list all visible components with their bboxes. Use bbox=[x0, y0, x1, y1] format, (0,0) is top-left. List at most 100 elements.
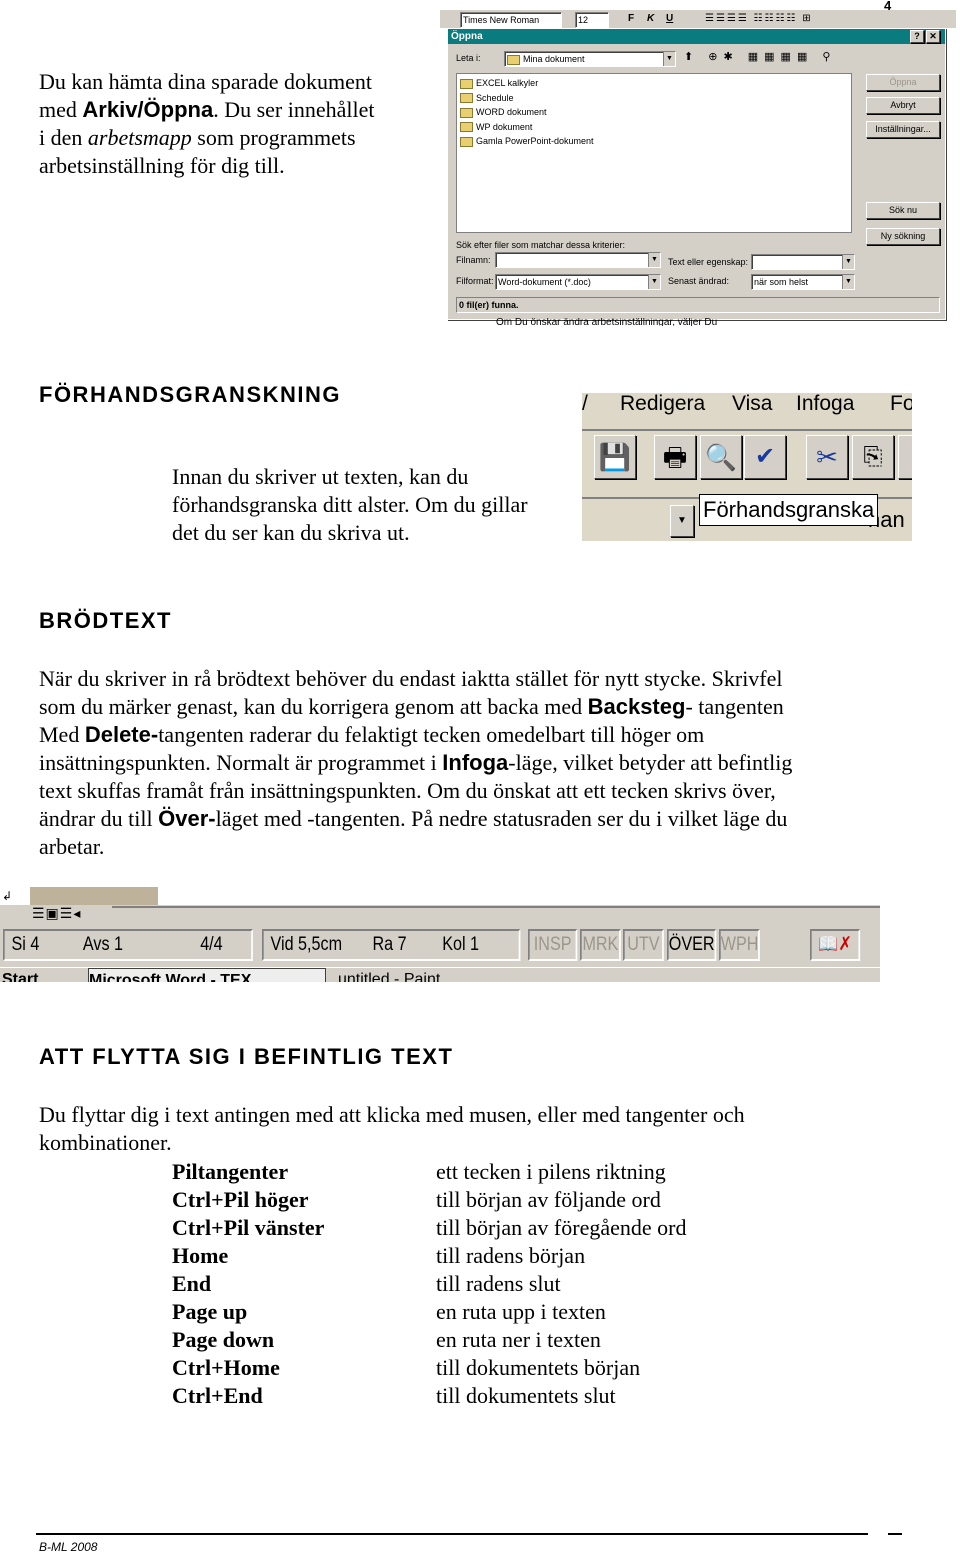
file-name: Schedule bbox=[476, 92, 514, 103]
text-segment: läget med -tangenten. På nedre statusrad… bbox=[215, 806, 788, 831]
preview-paragraph: Innan du skriver ut texten, kan du förhan… bbox=[172, 463, 528, 547]
view-buttons[interactable]: ☰▣☰◂ bbox=[32, 906, 81, 923]
text-line: Du kan hämta dina sparade dokument bbox=[39, 68, 375, 96]
dialog-toolbar-icons[interactable]: ⬆ ⊕✱ ▦▦▦▦ ⚲ bbox=[684, 50, 836, 63]
font-select[interactable]: Times New Roman bbox=[460, 12, 562, 28]
behind-text: Om Du önskar ändra arbetsinställningar, … bbox=[496, 318, 718, 326]
shortcut-key: Page up bbox=[172, 1299, 248, 1324]
tooltip: Förhandsgranska bbox=[699, 494, 879, 526]
navigate-heading: ATT FLYTTA SIG I BEFINTLIG TEXT bbox=[39, 1044, 454, 1069]
folder-icon bbox=[507, 54, 520, 65]
file-name: WP dokument bbox=[476, 121, 533, 132]
navigate-paragraph: Du flyttar dig i text antingen med att k… bbox=[39, 1101, 745, 1157]
status-mode-över[interactable]: ÖVER bbox=[666, 929, 716, 961]
copy-icon[interactable]: ⎘ bbox=[852, 435, 894, 479]
save-icon[interactable]: 💾 bbox=[594, 435, 636, 479]
italic-button[interactable]: K bbox=[647, 10, 654, 28]
status-mode-insp[interactable]: INSP bbox=[528, 929, 578, 961]
filetype-label: Filformat: bbox=[456, 276, 494, 286]
folder-icon bbox=[460, 78, 473, 89]
footer-rule bbox=[36, 1533, 868, 1535]
status-column: Kol 1 bbox=[442, 934, 480, 955]
chevron-down-icon[interactable]: ▼ bbox=[842, 275, 854, 289]
filetype-select[interactable]: Word-dokument (*.doc) ▼ bbox=[495, 274, 661, 290]
text-line: kombinationer. bbox=[39, 1129, 745, 1157]
search-now-button[interactable]: Sök nu bbox=[866, 202, 940, 219]
settings-button[interactable]: Inställningar... bbox=[866, 121, 940, 138]
text-segment: i den bbox=[39, 125, 88, 150]
text-segment: tangenten raderar du felaktigt tecken om… bbox=[158, 722, 705, 747]
underline-button[interactable]: U bbox=[666, 10, 673, 28]
taskbar-paint[interactable]: untitled - Paint bbox=[338, 968, 574, 982]
cut-icon[interactable]: ✂ bbox=[806, 435, 848, 479]
taskbar-word[interactable]: Microsoft Word - TEX bbox=[88, 968, 326, 982]
text-segment: det du ser kan du skriva ut. bbox=[172, 520, 410, 545]
look-in-select[interactable]: Mina dokument ▼ bbox=[504, 51, 676, 67]
status-page: Si 4 bbox=[11, 934, 40, 955]
text-segment: - tangenten bbox=[685, 694, 784, 719]
shortcut-description: en ruta ner i texten bbox=[436, 1327, 601, 1352]
chevron-down-icon[interactable]: ▼ bbox=[663, 52, 675, 66]
look-in-label: Leta i: bbox=[456, 53, 481, 63]
open-button[interactable]: Öppna bbox=[866, 74, 940, 91]
bold-term: Över- bbox=[158, 806, 216, 831]
file-list[interactable]: EXCEL kalkyler Schedule WORD dokument WP do… bbox=[456, 73, 852, 233]
dialog-status: 0 fil(er) funna. bbox=[456, 297, 940, 313]
folder-icon bbox=[460, 122, 473, 133]
align-icons[interactable]: ☰☰☰☰ ☷☷☷☷ ⊞ bbox=[705, 10, 813, 28]
chevron-down-icon[interactable]: ▼ bbox=[842, 255, 854, 269]
text-line: förhandsgranska ditt alster. Om du gilla… bbox=[172, 491, 528, 519]
text-line: med Arkiv/Öppna. Du ser innehållet bbox=[39, 96, 375, 124]
file-list-item[interactable]: Schedule bbox=[460, 91, 848, 106]
file-list-item[interactable]: WP dokument bbox=[460, 120, 848, 135]
status-mode-mrk[interactable]: MRK bbox=[579, 929, 621, 961]
filename-input[interactable]: ▼ bbox=[495, 252, 661, 268]
print-preview-icon[interactable]: 🔍 bbox=[700, 435, 742, 479]
text-line: text skuffas framåt från insättningspunk… bbox=[39, 777, 792, 805]
chevron-down-icon[interactable]: ▼ bbox=[648, 253, 660, 267]
folder-icon bbox=[460, 107, 473, 118]
footer-dash bbox=[888, 1533, 902, 1535]
menu-format[interactable]: Fo bbox=[890, 393, 912, 415]
tab-stop-icon: ↲ bbox=[2, 889, 13, 903]
bold-button[interactable]: F bbox=[628, 10, 634, 28]
shortcut-key: Ctrl+End bbox=[172, 1383, 263, 1408]
menu-insert[interactable]: Infoga bbox=[796, 393, 854, 415]
text-segment: Du flyttar dig i text antingen med att k… bbox=[39, 1102, 745, 1127]
modified-select[interactable]: när som helst ▼ bbox=[751, 274, 855, 290]
chevron-down-icon[interactable]: ▼ bbox=[648, 275, 660, 289]
new-search-button[interactable]: Ny sökning bbox=[866, 228, 940, 245]
spellcheck-icon[interactable]: ✔ bbox=[744, 435, 786, 479]
text-segment: kombinationer. bbox=[39, 1130, 172, 1155]
shortcut-key: Home bbox=[172, 1243, 229, 1268]
print-icon[interactable]: 🖶 bbox=[654, 435, 696, 479]
status-mode-wph[interactable]: WPH bbox=[718, 929, 760, 961]
file-list-item[interactable]: WORD dokument bbox=[460, 105, 848, 120]
spelling-status-icon[interactable]: 📖✗ bbox=[810, 929, 861, 961]
shortcut-description: till början av föregående ord bbox=[436, 1215, 687, 1240]
text-segment: Innan du skriver ut texten, kan du bbox=[172, 464, 469, 489]
text-segment: -läge, vilket betyder att befintlig bbox=[508, 750, 793, 775]
modified-label: Senast ändrad: bbox=[668, 276, 730, 286]
chevron-down-icon[interactable]: ▼ bbox=[670, 505, 694, 537]
help-button[interactable]: ? bbox=[910, 30, 924, 43]
menu-edit[interactable]: Redigera bbox=[620, 393, 705, 415]
file-list-item[interactable]: EXCEL kalkyler bbox=[460, 76, 848, 91]
description-column: ett tecken i pilens riktning till början … bbox=[436, 1158, 686, 1410]
text-segment: Du kan hämta dina sparade dokument bbox=[39, 69, 372, 94]
shortcut-key: Page down bbox=[172, 1327, 275, 1352]
status-mode-utv[interactable]: UTV bbox=[623, 929, 665, 961]
italic-term: arbetsmapp bbox=[87, 125, 192, 150]
start-button[interactable]: Start bbox=[2, 968, 38, 982]
paste-icon[interactable] bbox=[898, 435, 912, 479]
close-button[interactable]: ✕ bbox=[926, 30, 940, 43]
bold-term: Delete- bbox=[84, 722, 159, 747]
text-property-label: Text eller egenskap: bbox=[668, 257, 749, 267]
cancel-button[interactable]: Avbryt bbox=[866, 97, 940, 114]
file-list-item[interactable]: Gamla PowerPoint-dokument bbox=[460, 134, 848, 149]
text-segment: När du skriver in rå brödtext behöver du… bbox=[39, 666, 783, 691]
shortcut-description: till början av följande ord bbox=[436, 1187, 661, 1212]
size-select[interactable]: 12 bbox=[575, 12, 609, 28]
menu-view[interactable]: Visa bbox=[732, 393, 772, 415]
text-property-input[interactable]: ▼ bbox=[751, 254, 855, 270]
